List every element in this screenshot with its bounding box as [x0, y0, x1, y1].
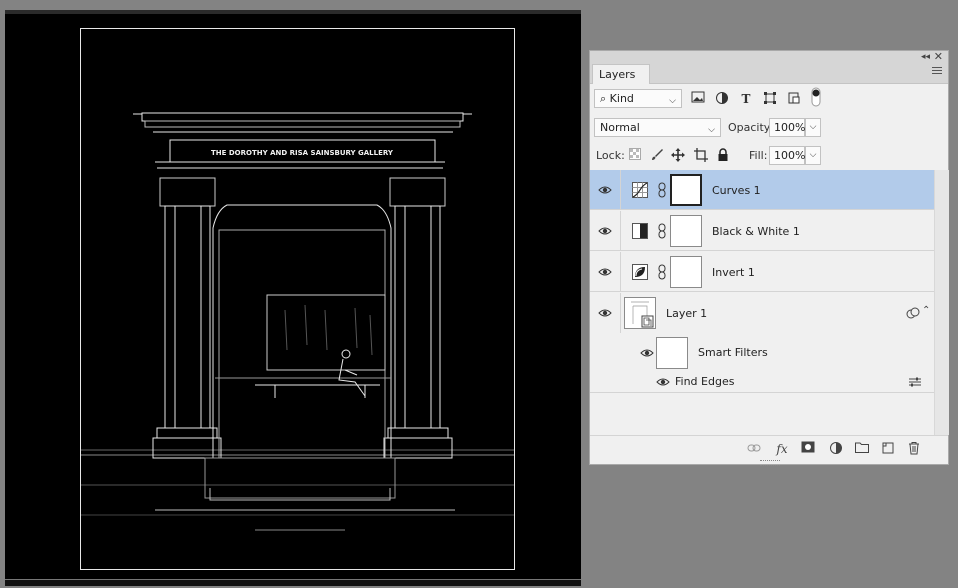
- lock-transparent-pixels-icon[interactable]: [627, 148, 643, 164]
- fill-dropdown-button[interactable]: ⌵: [805, 146, 821, 165]
- tab-layers-label: Layers: [599, 68, 636, 81]
- eye-icon[interactable]: [598, 185, 612, 195]
- filter-kind-label: Kind: [609, 92, 634, 105]
- layer-name[interactable]: Curves 1: [712, 184, 761, 198]
- collapse-effects-chevron-icon[interactable]: ⌃: [922, 305, 930, 316]
- smart-filter-indicator-icon[interactable]: [906, 307, 920, 319]
- eye-icon[interactable]: [598, 267, 612, 277]
- gallery-sign-text: THE DOROTHY AND RISA SAINSBURY GALLERY: [211, 149, 394, 157]
- lock-all-icon[interactable]: [715, 148, 731, 164]
- blend-mode-value: Normal: [600, 121, 640, 134]
- smart-object-preview-icon: [631, 301, 654, 328]
- visibility-divider: [620, 211, 621, 251]
- black-white-adjustment-icon: [632, 223, 648, 239]
- layer-name[interactable]: Black & White 1: [712, 225, 800, 239]
- filter-blending-options-icon[interactable]: [908, 377, 922, 387]
- canvas-bottom-edge: [5, 579, 581, 586]
- add-layer-style-fx-icon[interactable]: fx: [774, 441, 790, 457]
- blend-row: Normal ⌵ Opacity: 100% ⌵: [590, 117, 948, 139]
- layer-name[interactable]: Invert 1: [712, 266, 755, 280]
- search-icon: ⌕: [600, 92, 607, 105]
- layer-row-black-white[interactable]: Black & White 1: [590, 211, 934, 251]
- find-edges-artwork: THE DOROTHY AND RISA SAINSBURY GALLERY: [80, 28, 515, 570]
- layer-row-invert[interactable]: Invert 1: [590, 252, 934, 292]
- layers-panel: ◂◂ ✕ Layers ⌕ Kind ⌵ T Normal ⌵ Opacity:…: [589, 50, 949, 466]
- visibility-divider: [620, 293, 621, 333]
- panel-menu-icon[interactable]: [932, 67, 942, 77]
- smart-filters-row[interactable]: Smart Filters: [590, 334, 934, 372]
- lock-position-move-icon[interactable]: [670, 148, 686, 164]
- chevron-down-icon: ⌵: [708, 125, 715, 135]
- layer-row-layer1[interactable]: Layer 1 ⌃: [590, 293, 934, 333]
- adjustment-layer-filter-icon[interactable]: [714, 91, 730, 107]
- layer-mask-thumbnail[interactable]: [670, 256, 702, 288]
- visibility-divider: [620, 252, 621, 292]
- eye-icon[interactable]: [656, 377, 670, 387]
- layer-mask-thumbnail[interactable]: [670, 174, 702, 206]
- new-fill-adjustment-layer-icon[interactable]: [828, 441, 844, 457]
- lock-artboard-crop-icon[interactable]: [693, 148, 709, 164]
- eye-icon[interactable]: [640, 348, 654, 358]
- delete-layer-trash-icon[interactable]: [906, 441, 922, 457]
- layers-list: Curves 1 Black & White 1 Invert 1 Layer …: [590, 170, 934, 393]
- add-layer-mask-icon[interactable]: [800, 441, 816, 457]
- filter-kind-dropdown[interactable]: ⌕ Kind ⌵: [594, 89, 682, 108]
- opacity-dropdown-button[interactable]: ⌵: [805, 118, 821, 137]
- opacity-label: Opacity:: [728, 121, 774, 134]
- tab-layers[interactable]: Layers: [592, 64, 651, 84]
- close-icon[interactable]: ✕: [934, 51, 943, 63]
- curves-adjustment-icon: [632, 182, 648, 198]
- mask-link-chain-icon[interactable]: [658, 182, 666, 198]
- type-layer-filter-icon[interactable]: T: [738, 91, 754, 107]
- fill-input[interactable]: 100%: [769, 146, 805, 165]
- find-edges-label: Find Edges: [675, 375, 735, 388]
- find-edges-filter-row[interactable]: Find Edges: [590, 372, 934, 393]
- smart-object-filter-icon[interactable]: [786, 91, 802, 107]
- panel-header-strip: ◂◂ ✕: [590, 51, 948, 63]
- panel-resize-grip[interactable]: [760, 460, 780, 466]
- invert-adjustment-icon: [632, 264, 648, 280]
- layers-bottom-toolbar: fx: [590, 435, 948, 462]
- link-layers-icon[interactable]: [746, 441, 762, 457]
- mask-link-chain-icon[interactable]: [658, 223, 666, 239]
- shape-layer-filter-icon[interactable]: [762, 91, 778, 107]
- fill-label: Fill:: [749, 149, 768, 162]
- chevron-down-icon: ⌵: [669, 96, 676, 106]
- smart-object-thumbnail[interactable]: [624, 297, 656, 329]
- lock-label: Lock:: [596, 149, 625, 162]
- layer-name[interactable]: Layer 1: [666, 307, 707, 321]
- lock-row: Lock: Fill: 100% ⌵: [590, 145, 948, 167]
- filter-toggle-icon[interactable]: [808, 87, 824, 107]
- new-layer-icon[interactable]: [880, 441, 896, 457]
- smart-filter-mask-thumbnail[interactable]: [656, 337, 688, 369]
- new-group-folder-icon[interactable]: [854, 441, 870, 457]
- layers-scrollbar[interactable]: [934, 170, 949, 435]
- collapse-panel-icon[interactable]: ◂◂: [921, 51, 930, 63]
- layer-mask-thumbnail[interactable]: [670, 215, 702, 247]
- lock-image-pixels-brush-icon[interactable]: [649, 148, 665, 164]
- eye-icon[interactable]: [598, 226, 612, 236]
- opacity-input[interactable]: 100%: [769, 118, 805, 137]
- visibility-divider: [620, 170, 621, 210]
- document-canvas[interactable]: THE DOROTHY AND RISA SAINSBURY GALLERY: [5, 10, 581, 586]
- smart-filters-label: Smart Filters: [698, 346, 768, 359]
- blend-mode-dropdown[interactable]: Normal ⌵: [594, 118, 721, 137]
- layer-row-curves[interactable]: Curves 1: [590, 170, 934, 210]
- pixel-layer-filter-icon[interactable]: [690, 91, 706, 107]
- panel-tab-bar: Layers: [590, 63, 948, 84]
- filter-row: ⌕ Kind ⌵ T: [590, 87, 948, 111]
- eye-icon[interactable]: [598, 308, 612, 318]
- mask-link-chain-icon[interactable]: [658, 264, 666, 280]
